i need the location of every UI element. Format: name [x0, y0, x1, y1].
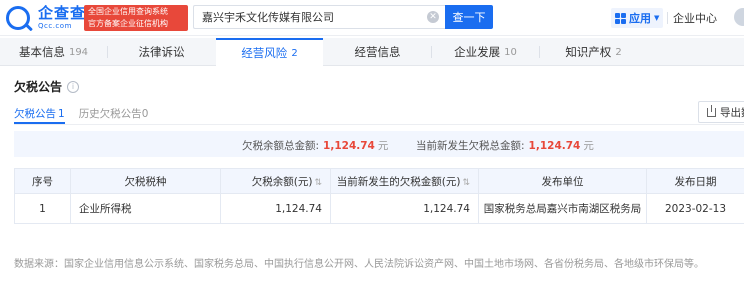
official-badge: 全国企业信用查询系统 官方备案企业征信机构: [84, 5, 188, 31]
table-header-row: 序号 欠税税种 欠税余额(元) ⇅ 当前新发生的欠税金额(元) ⇅ 发布单位 发布日…: [14, 168, 744, 194]
tab-development[interactable]: 企业发展 10: [432, 38, 539, 66]
tab-ip[interactable]: 知识产权 2: [540, 38, 647, 66]
col-index: 序号: [14, 168, 71, 194]
tax-arrears-table: 序号 欠税税种 欠税余额(元) ⇅ 当前新发生的欠税金额(元) ⇅ 发布单位 发布日…: [14, 168, 744, 224]
col-date: 发布日期: [646, 168, 744, 194]
subtab-divider: [14, 124, 744, 125]
section-title: 欠税公告 i: [14, 78, 80, 95]
apps-menu[interactable]: 应用 ▼: [611, 8, 664, 28]
logo-subtitle: Qcc.com: [38, 22, 72, 30]
cell-balance: 1,124.74: [220, 193, 331, 224]
caret-down-icon: ▼: [654, 14, 660, 22]
top-header: 企查查 Qcc.com 全国企业信用查询系统 官方备案企业征信机构 嘉兴宇禾文化…: [0, 0, 744, 36]
avatar[interactable]: [734, 8, 744, 26]
search-input[interactable]: 嘉兴宇禾文化传媒有限公司 ✕: [193, 5, 445, 29]
tab-basic-info[interactable]: 基本信息 194: [0, 38, 107, 66]
tab-business-info[interactable]: 经营信息: [324, 38, 431, 66]
enterprise-center-link[interactable]: 企业中心: [673, 10, 717, 26]
sort-icon[interactable]: ⇅: [462, 178, 470, 188]
apps-label: 应用: [629, 12, 651, 25]
qcc-logo[interactable]: 企查查 Qcc.com: [6, 5, 86, 31]
badge-line-2: 官方备案企业征信机构: [88, 19, 168, 28]
export-button[interactable]: 导出数: [698, 101, 744, 123]
col-tax-type: 欠税税种: [70, 168, 221, 194]
new-arrears-total: 当前新发生欠税总金额: 1,124.74 元: [416, 140, 594, 152]
main-tabs: 基本信息 194 法律诉讼 经营风险 2 经营信息 企业发展 10 知识产权 2: [0, 38, 744, 66]
cell-index: 1: [14, 193, 71, 224]
tab-legal[interactable]: 法律诉讼: [108, 38, 215, 66]
download-icon: [707, 104, 716, 117]
col-balance[interactable]: 欠税余额(元) ⇅: [220, 168, 331, 194]
header-divider: [667, 12, 668, 24]
summary-bar: 欠税余额总金额: 1,124.74 元 当前新发生欠税总金额: 1,124.74 元: [14, 131, 744, 157]
search-input-value: 嘉兴宇禾文化传媒有限公司: [202, 11, 334, 24]
balance-total: 欠税余额总金额: 1,124.74 元: [242, 140, 389, 152]
sort-icon[interactable]: ⇅: [314, 178, 322, 188]
subtab-tax-arrears[interactable]: 欠税公告 1: [14, 106, 65, 124]
subtab-history[interactable]: 历史欠税公告0: [79, 106, 149, 124]
cell-tax-type: 企业所得税: [70, 193, 221, 224]
table-row: 1 企业所得税 1,124.74 1,124.74 国家税务总局嘉兴市南湖区税务…: [14, 193, 744, 224]
tab-operational-risk[interactable]: 经营风险 2: [216, 38, 323, 66]
info-icon[interactable]: i: [67, 80, 80, 93]
grid-icon: [615, 12, 626, 24]
logo-title: 企查查: [38, 4, 87, 22]
search-button[interactable]: 查一下: [445, 5, 493, 29]
logo-magnifier-icon: [6, 6, 30, 30]
col-new-amount[interactable]: 当前新发生的欠税金额(元) ⇅: [330, 168, 479, 194]
sub-tabs: 欠税公告 1 历史欠税公告0: [14, 106, 162, 124]
cell-new-amount: 1,124.74: [330, 193, 479, 224]
cell-publisher: 国家税务总局嘉兴市南湖区税务局: [478, 193, 647, 224]
cell-date: 2023-02-13: [646, 193, 744, 224]
data-source-note: 数据来源：国家企业信用信息公示系统、国家税务总局、中国执行信息公开网、人民法院诉…: [14, 259, 704, 270]
badge-line-1: 全国企业信用查询系统: [88, 7, 168, 16]
col-publisher: 发布单位: [478, 168, 647, 194]
clear-icon[interactable]: ✕: [427, 11, 439, 23]
